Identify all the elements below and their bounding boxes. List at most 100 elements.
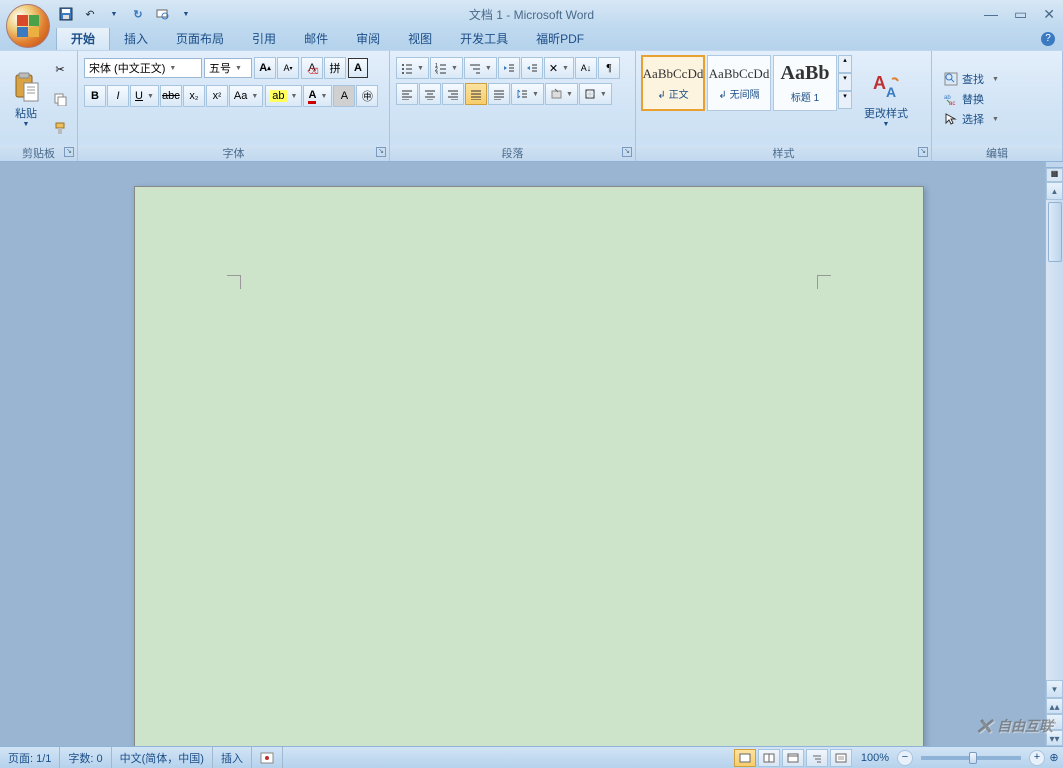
save-icon[interactable] <box>56 4 76 24</box>
pinyin-button[interactable]: 拼 <box>324 57 346 79</box>
line-spacing-button[interactable]: ▼ <box>511 83 544 105</box>
change-styles-button[interactable]: AA 更改样式 ▼ <box>858 53 914 145</box>
italic-button[interactable]: I <box>107 85 129 107</box>
zoom-out-button[interactable]: − <box>897 750 913 766</box>
tab-home[interactable]: 开始 <box>56 26 110 50</box>
status-language[interactable]: 中文(简体，中国) <box>112 747 213 768</box>
undo-dropdown[interactable]: ▼ <box>104 4 124 24</box>
superscript-button[interactable]: x² <box>206 85 228 107</box>
scroll-track[interactable] <box>1046 200 1063 680</box>
redo-icon[interactable]: ↻ <box>128 4 148 24</box>
highlight-button[interactable]: ab▼ <box>265 85 302 107</box>
numbering-button[interactable]: 123▼ <box>430 57 463 79</box>
maximize-button[interactable]: ▭ <box>1014 6 1027 23</box>
decrease-indent-button[interactable] <box>498 57 520 79</box>
style-scroll-down[interactable]: ▾ <box>838 73 852 91</box>
borders-button[interactable]: ▼ <box>579 83 612 105</box>
prev-page-button[interactable]: ▴▴ <box>1046 698 1063 714</box>
ruler-toggle[interactable]: ▦ <box>1046 168 1063 182</box>
document-page[interactable] <box>134 186 924 746</box>
tab-review[interactable]: 审阅 <box>342 27 394 50</box>
enclosed-char-button[interactable]: ㊥ <box>356 85 378 107</box>
browse-object-button[interactable]: ◦ <box>1046 714 1063 730</box>
subscript-button[interactable]: x₂ <box>183 85 205 107</box>
format-painter-icon[interactable] <box>50 118 70 138</box>
zoom-slider-thumb[interactable] <box>969 752 977 764</box>
next-page-button[interactable]: ▾▾ <box>1046 730 1063 746</box>
tab-insert[interactable]: 插入 <box>110 27 162 50</box>
strikethrough-button[interactable]: abc <box>160 85 182 107</box>
view-draft[interactable] <box>830 749 852 767</box>
align-right-button[interactable] <box>442 83 464 105</box>
align-left-button[interactable] <box>396 83 418 105</box>
view-web-layout[interactable] <box>782 749 804 767</box>
scroll-up-button[interactable]: ▲ <box>1046 182 1063 200</box>
grow-font-button[interactable]: A▴ <box>254 57 276 79</box>
paragraph-launcher[interactable]: ↘ <box>622 147 632 157</box>
tab-mailings[interactable]: 邮件 <box>290 27 342 50</box>
style-nospacing[interactable]: AaBbCcDd ↲ 无间隔 <box>707 55 771 111</box>
style-heading1[interactable]: AaBb 标题 1 <box>773 55 837 111</box>
shading-button[interactable]: ▼ <box>545 83 578 105</box>
zoom-fit-button[interactable]: ⊕ <box>1045 751 1063 764</box>
align-center-button[interactable] <box>419 83 441 105</box>
font-size-combo[interactable]: 五号▼ <box>204 58 252 78</box>
status-page[interactable]: 页面: 1/1 <box>0 747 60 768</box>
zoom-in-button[interactable]: + <box>1029 750 1045 766</box>
bullets-button[interactable]: ▼ <box>396 57 429 79</box>
tab-pagelayout[interactable]: 页面布局 <box>162 27 238 50</box>
zoom-slider[interactable] <box>921 756 1021 760</box>
close-button[interactable]: ✕ <box>1043 6 1055 23</box>
align-justify-button[interactable] <box>465 83 487 105</box>
change-case-button[interactable]: Aa▼ <box>229 85 263 107</box>
status-insert-mode[interactable]: 插入 <box>213 747 252 768</box>
style-gallery-expand[interactable]: ▾ <box>838 91 852 109</box>
view-print-layout[interactable] <box>734 749 756 767</box>
view-fullscreen-reading[interactable] <box>758 749 780 767</box>
font-name-combo[interactable]: 宋体 (中文正文)▼ <box>84 58 202 78</box>
replace-label: 替换 <box>962 91 984 107</box>
sort-button[interactable]: A↓ <box>575 57 597 79</box>
font-color-button[interactable]: A▼ <box>303 85 332 107</box>
status-macro[interactable] <box>252 747 283 768</box>
zoom-level[interactable]: 100% <box>853 747 897 768</box>
asian-layout-button[interactable]: ✕▼ <box>544 57 574 79</box>
scroll-thumb[interactable] <box>1048 202 1062 262</box>
bold-button[interactable]: B <box>84 85 106 107</box>
qat-customize[interactable]: ▼ <box>176 4 196 24</box>
multilevel-button[interactable]: ▼ <box>464 57 497 79</box>
increase-indent-button[interactable] <box>521 57 543 79</box>
view-outline[interactable] <box>806 749 828 767</box>
replace-button[interactable]: abac 替换 <box>940 89 1054 109</box>
undo-icon[interactable]: ↶ <box>80 4 100 24</box>
align-distribute-button[interactable] <box>488 83 510 105</box>
style-scroll-up[interactable]: ▴ <box>838 55 852 73</box>
scroll-down-button[interactable]: ▼ <box>1046 680 1063 698</box>
help-icon[interactable]: ? <box>1041 32 1055 46</box>
show-marks-button[interactable]: ¶ <box>598 57 620 79</box>
paste-button[interactable]: 粘贴 ▼ <box>4 53 48 145</box>
cut-icon[interactable]: ✂ <box>50 60 70 80</box>
tab-developer[interactable]: 开发工具 <box>446 27 522 50</box>
styles-launcher[interactable]: ↘ <box>918 147 928 157</box>
shrink-font-button[interactable]: A▾ <box>277 57 299 79</box>
char-shading-button[interactable]: A <box>333 85 355 107</box>
minimize-button[interactable]: — <box>984 6 998 23</box>
print-preview-icon[interactable] <box>152 4 172 24</box>
char-border-button[interactable]: A <box>348 58 368 78</box>
underline-button[interactable]: U▼ <box>130 85 159 107</box>
find-button[interactable]: 查找▼ <box>940 69 1054 89</box>
document-viewport[interactable] <box>0 162 1045 746</box>
tab-foxitpdf[interactable]: 福昕PDF <box>522 27 598 50</box>
status-words[interactable]: 字数: 0 <box>60 747 111 768</box>
copy-icon[interactable] <box>50 89 70 109</box>
tab-view[interactable]: 视图 <box>394 27 446 50</box>
style-normal[interactable]: AaBbCcDd ↲ 正文 <box>641 55 705 111</box>
office-button[interactable] <box>6 4 50 48</box>
group-editing: 查找▼ abac 替换 选择▼ 编辑 <box>932 51 1063 161</box>
clear-formatting-button[interactable]: A⌫ <box>301 57 323 79</box>
clipboard-launcher[interactable]: ↘ <box>64 147 74 157</box>
font-launcher[interactable]: ↘ <box>376 147 386 157</box>
select-button[interactable]: 选择▼ <box>940 109 1054 129</box>
tab-references[interactable]: 引用 <box>238 27 290 50</box>
